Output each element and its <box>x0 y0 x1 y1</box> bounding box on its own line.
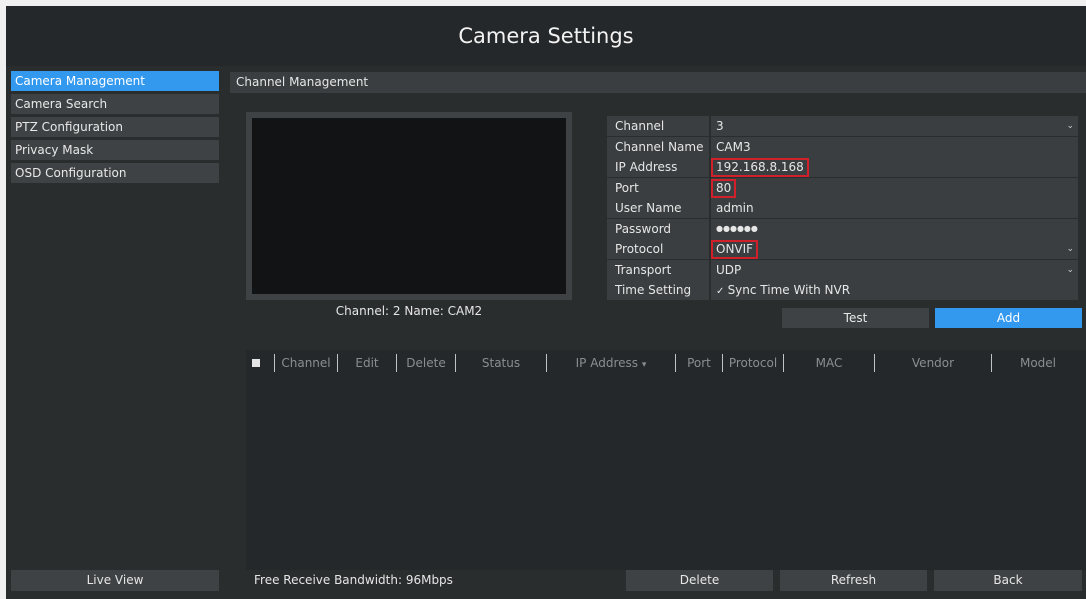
transport-protocol-select[interactable]: UDP ⌄ <box>711 259 1078 280</box>
channel-name-label: Channel Name <box>607 136 709 157</box>
preview-caption: Channel: 2 Name: CAM2 <box>335 304 483 318</box>
camera-table: Channel Edit Delete Status IP Address ▾ … <box>246 350 1086 570</box>
user-name-label: User Name <box>607 198 709 218</box>
test-button[interactable]: Test <box>782 308 929 328</box>
channel-select[interactable]: 3 ⌄ <box>711 116 1078 136</box>
table-header: Channel Edit Delete Status IP Address ▾ … <box>246 354 1086 372</box>
sync-time-label: Sync Time With NVR <box>727 283 851 297</box>
sidebar-item-privacy-mask[interactable]: Privacy Mask <box>11 140 219 160</box>
chevron-down-icon: ⌄ <box>1066 121 1074 131</box>
chevron-down-icon: ⌄ <box>1066 244 1074 254</box>
checkmark-icon: ✓ <box>716 286 728 297</box>
transport-protocol-row: Transport Protocol UDP ⌄ <box>607 259 1078 297</box>
sidebar-item-ptz-configuration[interactable]: PTZ Configuration <box>11 117 219 137</box>
sidebar-item-camera-management[interactable]: Camera Management <box>11 71 219 91</box>
time-setting-label: Time Setting <box>607 280 709 300</box>
protocol-row: Protocol ONVIF ⌄ <box>607 239 1078 259</box>
column-header-delete[interactable]: Delete <box>396 354 455 372</box>
camera-preview <box>252 118 566 294</box>
sidebar-item-osd-configuration[interactable]: OSD Configuration <box>11 163 219 183</box>
column-header-vendor[interactable]: Vendor <box>874 354 991 372</box>
column-header-model[interactable]: Model <box>991 354 1084 372</box>
column-header-edit[interactable]: Edit <box>337 354 396 372</box>
column-header-mac[interactable]: MAC <box>783 354 874 372</box>
delete-button[interactable]: Delete <box>626 570 773 591</box>
channel-name-row: Channel Name CAM3 <box>607 136 1078 157</box>
chevron-down-icon: ⌄ <box>1066 264 1074 275</box>
password-label: Password <box>607 218 709 239</box>
channel-row: Channel 3 ⌄ <box>607 116 1078 136</box>
time-setting-row: Time Setting ✓ Sync Time With NVR <box>607 280 1078 300</box>
sidebar: Camera Management Camera Search PTZ Conf… <box>11 71 219 186</box>
channel-form: Channel 3 ⌄ Channel Name CAM3 IP Address… <box>607 116 1078 301</box>
password-field[interactable]: ●●●●●● <box>711 218 1078 239</box>
channel-value: 3 <box>716 119 724 133</box>
select-all-checkbox[interactable] <box>252 359 260 367</box>
protocol-select[interactable]: ONVIF ⌄ <box>711 239 1078 259</box>
ip-address-value: 192.168.8.168 <box>711 158 809 177</box>
refresh-button[interactable]: Refresh <box>780 570 927 591</box>
port-label: Port <box>607 177 709 198</box>
protocol-value: ONVIF <box>711 240 759 259</box>
transport-protocol-label: Transport Protocol <box>607 259 709 297</box>
camera-settings-window: Camera Settings Camera Management Camera… <box>6 6 1086 599</box>
add-button[interactable]: Add <box>935 308 1082 328</box>
column-header-port[interactable]: Port <box>675 354 722 372</box>
page-title: Camera Settings <box>6 6 1086 66</box>
channel-label: Channel <box>607 116 709 136</box>
user-name-field[interactable]: admin <box>711 198 1078 218</box>
ip-address-header-label: IP Address <box>575 356 639 370</box>
bandwidth-status: Free Receive Bandwidth: 96Mbps <box>254 573 453 587</box>
user-name-row: User Name admin <box>607 198 1078 218</box>
back-button[interactable]: Back <box>934 570 1082 591</box>
transport-protocol-value: UDP <box>716 262 742 277</box>
sidebar-item-camera-search[interactable]: Camera Search <box>11 94 219 114</box>
section-title: Channel Management <box>230 72 1086 93</box>
port-field[interactable]: 80 <box>711 177 1078 198</box>
protocol-label: Protocol <box>607 239 709 259</box>
sync-time-checkbox[interactable]: ✓ Sync Time With NVR <box>711 280 1078 300</box>
password-row: Password ●●●●●● <box>607 218 1078 239</box>
chevron-down-icon: ▾ <box>641 360 647 370</box>
live-view-button[interactable]: Live View <box>11 570 219 591</box>
ip-address-field[interactable]: 192.168.8.168 <box>711 157 1078 177</box>
column-header-ip-address[interactable]: IP Address ▾ <box>546 354 675 372</box>
ip-address-label: IP Address <box>607 157 709 177</box>
channel-name-field[interactable]: CAM3 <box>711 136 1078 157</box>
column-header-channel[interactable]: Channel <box>274 354 337 372</box>
port-value: 80 <box>711 178 737 198</box>
preview-frame <box>246 112 572 300</box>
ip-address-row: IP Address 192.168.8.168 <box>607 157 1078 177</box>
column-header-status[interactable]: Status <box>455 354 546 372</box>
port-row: Port 80 <box>607 177 1078 198</box>
column-header-protocol[interactable]: Protocol <box>722 354 783 372</box>
